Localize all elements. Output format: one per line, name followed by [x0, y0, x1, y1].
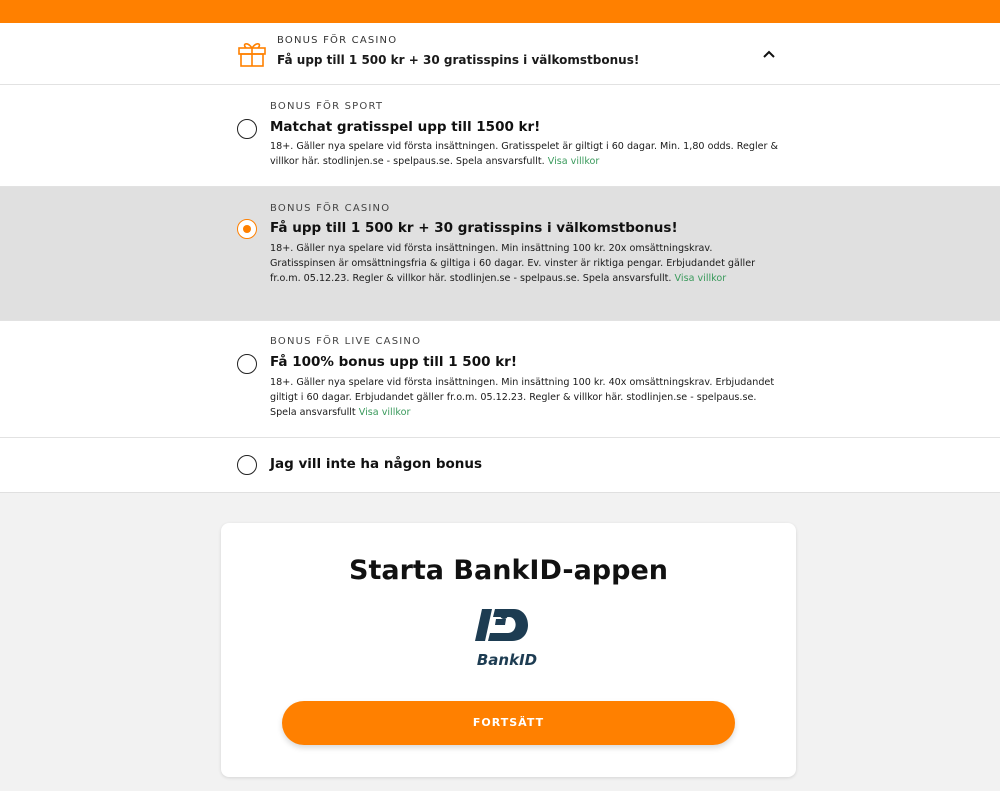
bankid-logo: BankID	[475, 609, 537, 669]
radio-casino[interactable]	[237, 219, 257, 239]
option-category: BONUS FÖR SPORT	[270, 101, 384, 112]
bankid-title: Starta BankID-appen	[349, 555, 668, 586]
option-terms: 18+. Gäller nya spelare vid första insät…	[270, 377, 775, 418]
bankid-logo-text: BankID	[477, 651, 537, 669]
chevron-up-icon[interactable]	[762, 47, 776, 61]
radio-no-bonus[interactable]	[237, 455, 257, 475]
option-title: Matchat gratisspel upp till 1500 kr!	[270, 119, 541, 135]
option-title: Få upp till 1 500 kr + 30 gratisspins i …	[270, 220, 678, 236]
option-terms: 18+. Gäller nya spelare vid första insät…	[270, 243, 756, 284]
option-terms: 18+. Gäller nya spelare vid första insät…	[270, 141, 778, 167]
header-category: BONUS FÖR CASINO	[277, 35, 398, 46]
terms-link[interactable]: Visa villkor	[359, 407, 411, 418]
option-category: BONUS FÖR CASINO	[270, 203, 391, 214]
bonus-option-live-casino[interactable]: BONUS FÖR LIVE CASINO Få 100% bonus upp …	[0, 321, 1000, 438]
bonus-panel: BONUS FÖR CASINO Få upp till 1 500 kr + …	[0, 23, 1000, 493]
header-title: Få upp till 1 500 kr + 30 gratisspins i …	[277, 53, 640, 67]
top-bar	[0, 0, 1000, 23]
bonus-option-sport[interactable]: BONUS FÖR SPORT Matchat gratisspel upp t…	[0, 86, 1000, 187]
radio-live-casino[interactable]	[237, 354, 257, 374]
bonus-option-none[interactable]: Jag vill inte ha någon bonus	[0, 438, 1000, 493]
option-title: Få 100% bonus upp till 1 500 kr!	[270, 354, 517, 370]
option-title: Jag vill inte ha någon bonus	[270, 456, 483, 472]
terms-link[interactable]: Visa villkor	[548, 156, 600, 167]
bonus-option-casino[interactable]: BONUS FÖR CASINO Få upp till 1 500 kr + …	[0, 187, 1000, 321]
bankid-card: Starta BankID-appen BankID FORTSÄTT	[221, 523, 796, 777]
terms-link[interactable]: Visa villkor	[675, 273, 727, 284]
gift-icon	[238, 43, 266, 67]
option-category: BONUS FÖR LIVE CASINO	[270, 336, 422, 347]
continue-button[interactable]: FORTSÄTT	[282, 701, 735, 745]
bonus-header[interactable]: BONUS FÖR CASINO Få upp till 1 500 kr + …	[0, 23, 1000, 85]
radio-sport[interactable]	[237, 119, 257, 139]
